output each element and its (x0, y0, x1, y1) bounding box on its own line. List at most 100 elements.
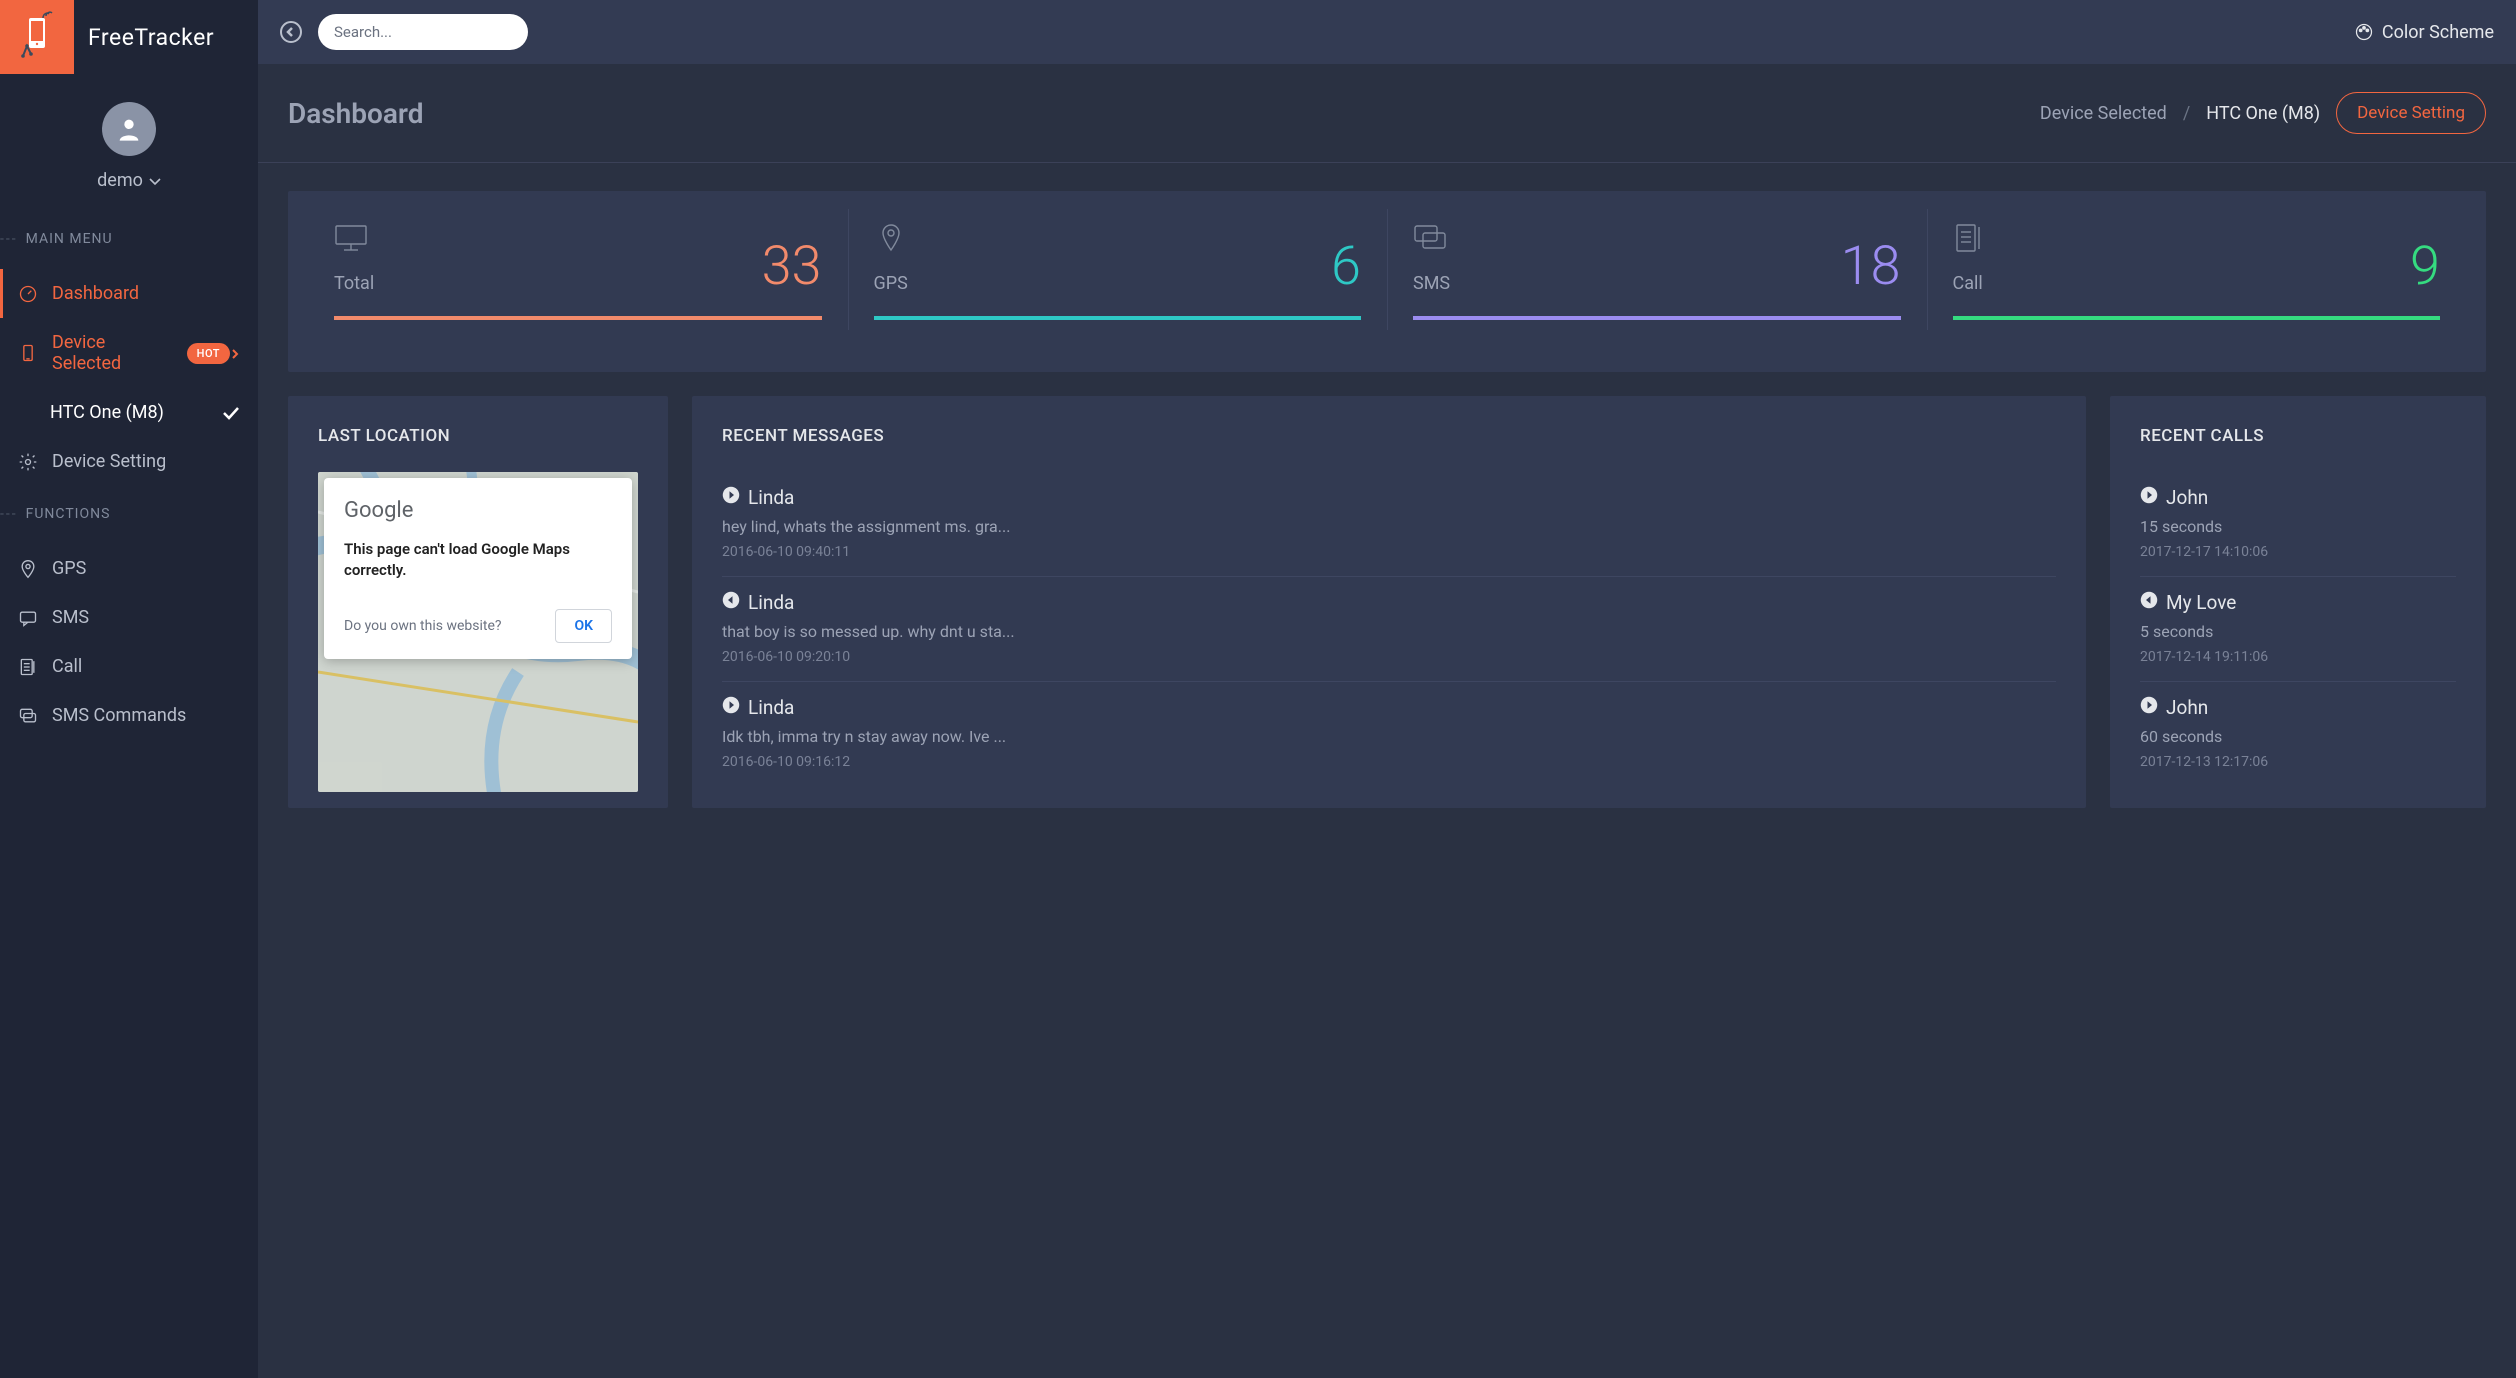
stat-bar (874, 316, 1362, 320)
sidebar-item-label: SMS Commands (52, 705, 186, 726)
panel-title: RECENT MESSAGES (722, 426, 2056, 446)
color-scheme-label: Color Scheme (2382, 22, 2494, 43)
sidebar: FreeTracker demo MAIN MENU Dashboard Dev… (0, 0, 258, 1378)
stat-label: Total (334, 273, 374, 294)
sidebar-subitem-label: HTC One (M8) (50, 402, 164, 423)
stat-value: 33 (762, 240, 822, 294)
message-time: 2016-06-10 09:40:11 (722, 544, 2056, 560)
map[interactable]: Google This page can't load Google Maps … (318, 472, 638, 792)
device-setting-button[interactable]: Device Setting (2336, 92, 2486, 134)
google-question: Do you own this website? (344, 618, 502, 634)
brand: FreeTracker (0, 0, 258, 86)
pin-icon (874, 223, 908, 257)
gauge-icon (18, 284, 38, 304)
call-list-item[interactable]: John 60 seconds 2017-12-13 12:17:06 (2140, 682, 2456, 786)
panel-title: RECENT CALLS (2140, 426, 2456, 446)
main: Color Scheme Dashboard Device Selected /… (258, 0, 2516, 1378)
search-input[interactable] (334, 23, 533, 41)
call-time: 2017-12-17 14:10:06 (2140, 544, 2456, 560)
messages-list: Linda hey lind, whats the assignment ms. … (722, 472, 2056, 786)
brand-name: FreeTracker (88, 24, 214, 51)
stat-bar (334, 316, 822, 320)
sidebar-item-sms[interactable]: SMS (0, 593, 258, 642)
stat-gps: GPS 6 (848, 223, 1388, 320)
stat-label: GPS (874, 273, 908, 294)
call-list-item[interactable]: My Love5 seconds2017-12-14 19:11:06 (2140, 577, 2456, 682)
arrow-out-icon (2140, 696, 2158, 719)
sidebar-item-dashboard[interactable]: Dashboard (0, 269, 258, 318)
panels-row: LAST LOCATION Google (288, 396, 2486, 808)
message-list-item[interactable]: Linda hey lind, whats the assignment ms. … (722, 472, 2056, 577)
search-wrap (318, 14, 528, 50)
stat-bar (1953, 316, 2441, 320)
stat-sms: SMS 18 (1387, 223, 1927, 320)
chat-multi-icon (18, 706, 38, 726)
stat-label: SMS (1413, 273, 1450, 294)
message-list-item[interactable]: Linda that boy is so messed up. why dnt u… (722, 577, 2056, 682)
message-body: hey lind, whats the assignment ms. gra..… (722, 517, 2056, 536)
device-selected-label: Device Selected (2040, 103, 2167, 124)
ok-button[interactable]: OK (555, 609, 612, 643)
chat-icon (18, 608, 38, 628)
page-title: Dashboard (288, 97, 424, 130)
sidebar-item-label: Dashboard (52, 283, 139, 304)
stat-bar (1413, 316, 1901, 320)
message-time: 2016-06-10 09:16:12 (722, 754, 2056, 770)
calls-list: John 15 seconds 2017-12-17 14:10:06 My Love… (2140, 472, 2456, 786)
user-menu[interactable]: demo (97, 170, 161, 191)
palette-icon (2354, 22, 2374, 42)
sidebar-item-device-selected[interactable]: Device Selected HOT (0, 318, 258, 388)
user-block: demo (0, 86, 258, 225)
sidebar-item-gps[interactable]: GPS (0, 544, 258, 593)
back-button[interactable] (280, 21, 302, 43)
monitor-icon (334, 223, 374, 257)
call-time: 2017-12-13 12:17:06 (2140, 754, 2456, 770)
call-list-item[interactable]: John15 seconds2017-12-17 14:10:06 (2140, 472, 2456, 577)
arrow-in-icon (2140, 591, 2158, 614)
arrow-out-icon (2140, 486, 2158, 509)
menu-section-title: FUNCTIONS (0, 500, 258, 544)
message-body: Idk tbh, imma try n stay away now. Ive .… (722, 727, 2056, 746)
menu-section-main: MAIN MENU Dashboard Device Selected HOT … (0, 225, 258, 500)
caret-down-icon (149, 170, 161, 191)
stat-value: 18 (1841, 240, 1901, 294)
call-body: 60 seconds (2140, 727, 2456, 746)
sidebar-item-label: GPS (52, 558, 86, 579)
content: Total 33 GPS 6 (258, 163, 2516, 836)
sidebar-subitem-device[interactable]: HTC One (M8) (0, 388, 258, 437)
call-name: John (2166, 696, 2208, 719)
panel-recent-calls: RECENT CALLS John 15 seconds 2017-12-17 14… (2110, 396, 2486, 808)
chat-icon (1413, 223, 1450, 257)
header-right: Device Selected / HTC One (M8) Device Se… (2040, 92, 2486, 134)
sidebar-item-label: Device Setting (52, 451, 166, 472)
stat-value: 9 (2410, 240, 2440, 294)
sidebar-item-sms-commands[interactable]: SMS Commands (0, 691, 258, 740)
message-name: Linda (748, 696, 794, 719)
message-name: Linda (748, 486, 794, 509)
message-list-item[interactable]: Linda Idk tbh, imma try n stay away now. … (722, 682, 2056, 786)
stat-total: Total 33 (308, 223, 848, 320)
arrow-out-icon (722, 486, 740, 509)
brand-logo (0, 0, 74, 74)
sidebar-item-call[interactable]: Call (0, 642, 258, 691)
google-maps-error-dialog: Google This page can't load Google Maps … (324, 478, 632, 659)
device-selected-value: HTC One (M8) (2206, 103, 2320, 124)
call-body: 5 seconds (2140, 622, 2456, 641)
stat-label: Call (1953, 273, 1987, 294)
color-scheme-button[interactable]: Color Scheme (2354, 22, 2494, 43)
sidebar-item-device-setting[interactable]: Device Setting (0, 437, 258, 486)
call-log-icon (1953, 223, 1987, 257)
message-time: 2016-06-10 09:20:10 (722, 649, 2056, 665)
call-body: 15 seconds (2140, 517, 2456, 536)
arrow-in-icon (722, 591, 740, 614)
user-name-label: demo (97, 170, 143, 191)
phone-device-icon (18, 343, 38, 363)
message-name: Linda (748, 591, 794, 614)
menu-section-title: MAIN MENU (0, 225, 258, 269)
topbar: Color Scheme (258, 0, 2516, 64)
arrow-out-icon (722, 696, 740, 719)
stat-call: Call 9 (1927, 223, 2467, 320)
message-body: that boy is so messed up. why dnt u sta.… (722, 622, 2056, 641)
call-log-icon (18, 657, 38, 677)
panel-recent-messages: RECENT MESSAGES Linda hey lind, whats the… (692, 396, 2086, 808)
